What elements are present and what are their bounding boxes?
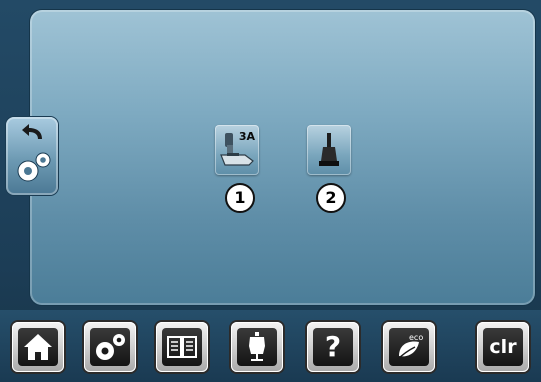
home-icon: [24, 334, 52, 360]
presser-foot-sole-icon: [319, 133, 339, 166]
callout-number-1: 1: [225, 183, 255, 213]
clear-button[interactable]: clr: [477, 322, 529, 372]
dress-form-icon: [249, 332, 265, 361]
eco-button[interactable]: eco: [383, 322, 435, 372]
help-label: ?: [324, 330, 342, 363]
screen: 3A 1 2 ? eco clr: [0, 0, 541, 382]
help-button[interactable]: ?: [307, 322, 359, 372]
callout-number-2: 2: [316, 183, 346, 213]
creative-consultant-button[interactable]: [231, 322, 283, 372]
presser-foot-number-label: 3A: [238, 130, 255, 143]
setup-button[interactable]: [84, 322, 136, 372]
back-arrow-icon[interactable]: [20, 123, 46, 143]
clear-label: clr: [489, 336, 517, 358]
tutorial-book-icon: [167, 336, 197, 358]
tutorial-button[interactable]: [156, 322, 208, 372]
setup-gears-icon: [17, 152, 51, 182]
eco-label: eco: [409, 333, 423, 342]
presser-foot-button[interactable]: 3A: [215, 125, 259, 175]
presser-foot-sole-button[interactable]: [307, 125, 351, 175]
eco-leaf-icon: eco: [396, 333, 423, 361]
setup-gears-icon: [96, 334, 125, 360]
home-button[interactable]: [12, 322, 64, 372]
main-panel: [30, 10, 535, 305]
side-tab-back-setup[interactable]: [6, 117, 58, 195]
